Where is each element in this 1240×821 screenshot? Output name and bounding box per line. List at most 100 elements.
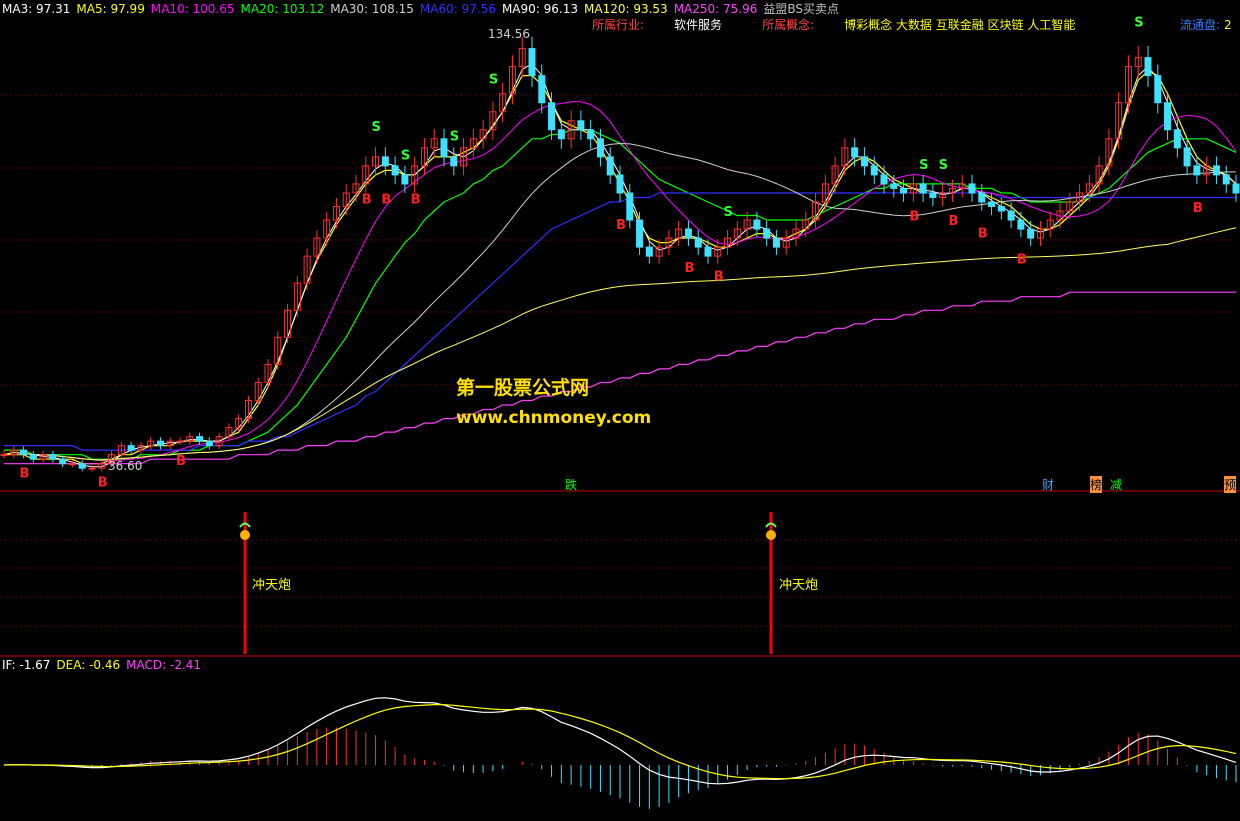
candle-body bbox=[860, 156, 868, 167]
candle-body bbox=[772, 237, 780, 248]
candle-body bbox=[1183, 147, 1191, 167]
candle-body bbox=[450, 156, 458, 167]
candle-body bbox=[68, 463, 76, 466]
candle-body bbox=[890, 183, 898, 189]
macd-value: MACD: -2.41 bbox=[126, 658, 202, 672]
candle-body bbox=[49, 454, 57, 460]
candle-body bbox=[978, 192, 986, 203]
high-price-label: 134.56 bbox=[488, 27, 530, 41]
watermark-title: 第一股票公式网 bbox=[456, 377, 590, 399]
candle-body bbox=[1144, 57, 1152, 77]
candle-body bbox=[1164, 102, 1172, 131]
candle-body bbox=[694, 237, 702, 248]
indicator-name: 益盟BS买卖点 bbox=[763, 2, 840, 16]
candle-body bbox=[1222, 174, 1230, 185]
ma120-value: MA120: 93.53 bbox=[584, 2, 668, 16]
candle-body bbox=[636, 219, 644, 248]
event-tag-fall[interactable]: 跌 bbox=[565, 476, 577, 493]
concept-label: 所属概念: bbox=[762, 18, 815, 32]
candle-body bbox=[548, 102, 556, 131]
candle-body bbox=[704, 246, 712, 257]
ma30-value: MA30: 108.15 bbox=[330, 2, 414, 16]
float-shares: 流通盘: 2 bbox=[1180, 16, 1238, 33]
candle-body bbox=[528, 48, 536, 77]
buy-marker: B bbox=[1193, 201, 1203, 216]
candle-body bbox=[1193, 165, 1201, 176]
low-price-label: 36.60 bbox=[108, 459, 143, 473]
ma60-value: MA60: 97.56 bbox=[419, 2, 496, 16]
sell-marker: S bbox=[372, 120, 381, 135]
candle-body bbox=[381, 156, 389, 167]
buy-marker: B bbox=[20, 467, 30, 482]
candle-body bbox=[176, 440, 184, 443]
industry-value[interactable]: 软件服务 bbox=[674, 18, 722, 32]
candle-body bbox=[1154, 75, 1162, 104]
industry-label: 所属行业: bbox=[592, 18, 645, 32]
candle-body bbox=[29, 454, 37, 460]
macd-legend: IF: -1.67 DEA: -0.46 MACD: -2.41 bbox=[2, 658, 207, 672]
candle-body bbox=[1017, 219, 1025, 230]
industry-row: 所属行业: 软件服务 所属概念: 博彩概念 大数据 互联金融 区块链 人工智能 bbox=[592, 16, 1081, 33]
candle-body bbox=[616, 174, 624, 194]
event-tag-reduce[interactable]: 减 bbox=[1110, 476, 1122, 493]
candle-body bbox=[626, 192, 634, 221]
candle-body bbox=[997, 205, 1005, 212]
candle-body bbox=[20, 449, 28, 456]
ma-line-ma250 bbox=[4, 291, 1236, 465]
candle-body bbox=[59, 458, 67, 465]
candle-body bbox=[968, 183, 976, 194]
dif-value: IF: -1.67 bbox=[2, 658, 51, 672]
candle-body bbox=[753, 219, 761, 230]
candle-body bbox=[78, 463, 86, 469]
sell-marker: S bbox=[401, 148, 410, 163]
signal-dot bbox=[240, 530, 250, 540]
sell-marker: S bbox=[450, 129, 459, 144]
ma250-value: MA250: 75.96 bbox=[673, 2, 758, 16]
candle-body bbox=[1173, 129, 1181, 149]
sell-marker: S bbox=[489, 73, 498, 88]
candle-body bbox=[880, 174, 888, 185]
candle-body bbox=[684, 228, 692, 239]
watermark-url: www.chnmoney.com bbox=[456, 408, 652, 428]
ma-line-ma3 bbox=[3, 62, 1237, 468]
event-tag-rank[interactable]: 榜 bbox=[1090, 476, 1103, 493]
signal-label-2: 冲天炮 bbox=[779, 578, 819, 593]
candle-body bbox=[538, 75, 546, 104]
signal-dot bbox=[766, 530, 776, 540]
macd-indicator bbox=[3, 697, 1237, 809]
candle-body bbox=[587, 129, 595, 140]
sell-marker: S bbox=[1134, 16, 1143, 31]
buy-marker: B bbox=[176, 454, 186, 469]
dea-value: DEA: -0.46 bbox=[56, 658, 121, 672]
signal-bars bbox=[239, 512, 777, 654]
candle-body bbox=[127, 445, 135, 451]
candle-body bbox=[577, 120, 585, 131]
candle-body bbox=[606, 156, 614, 176]
buy-marker: B bbox=[948, 214, 958, 229]
candle-body bbox=[763, 228, 771, 239]
candle-body bbox=[851, 147, 859, 158]
candle-body bbox=[391, 165, 399, 176]
buy-marker: B bbox=[98, 475, 108, 490]
candle-body bbox=[401, 174, 409, 185]
buy-marker: B bbox=[616, 218, 626, 233]
sell-marker: S bbox=[919, 158, 928, 173]
event-tag-forecast[interactable]: 预 bbox=[1224, 476, 1237, 493]
ma5-value: MA5: 97.99 bbox=[76, 2, 145, 16]
float-label: 流通盘: bbox=[1180, 18, 1221, 32]
buy-marker: B bbox=[684, 261, 694, 276]
candle-body bbox=[88, 467, 96, 470]
candle-body bbox=[870, 165, 878, 176]
ma10-value: MA10: 100.65 bbox=[150, 2, 235, 16]
candle-body bbox=[645, 246, 653, 257]
candlesticks[interactable] bbox=[0, 36, 1240, 472]
candle-body bbox=[1027, 228, 1035, 239]
concept-value[interactable]: 博彩概念 大数据 互联金融 区块链 人工智能 bbox=[844, 18, 1075, 32]
event-tag-finance[interactable]: 财 bbox=[1042, 476, 1054, 493]
buy-marker: B bbox=[362, 192, 372, 207]
candle-body bbox=[919, 183, 927, 194]
sell-marker: S bbox=[939, 158, 948, 173]
buy-marker: B bbox=[381, 192, 391, 207]
candle-body bbox=[900, 187, 908, 194]
sell-marker: S bbox=[724, 205, 733, 220]
